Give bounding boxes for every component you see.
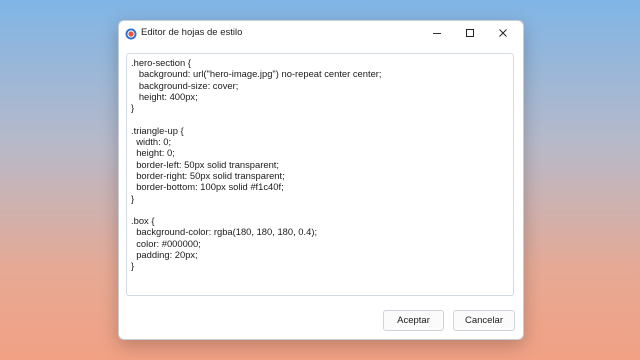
maximize-icon	[466, 29, 474, 37]
maximize-button[interactable]	[456, 21, 484, 45]
stylesheet-editor-dialog: Editor de hojas de estilo .hero-section …	[118, 20, 524, 340]
code-line: .box {	[131, 215, 155, 227]
code-line: padding: 20px;	[131, 249, 198, 261]
code-line: .hero-section {	[131, 57, 191, 68]
code-line: border-left: 50px solid transparent;	[131, 158, 279, 170]
title-bar[interactable]: Editor de hojas de estilo	[119, 21, 523, 47]
code-line: background-color: rgba(180, 180, 180, 0.…	[131, 226, 318, 238]
minimize-icon	[433, 33, 441, 34]
app-icon	[125, 28, 137, 40]
code-line: height: 400px;	[131, 90, 198, 102]
code-line: color: #000000;	[131, 237, 201, 249]
code-line: }	[131, 192, 135, 204]
minimize-button[interactable]	[423, 21, 451, 45]
code-line: border-right: 50px solid transparent;	[131, 169, 285, 181]
dialog-title: Editor de hojas de estilo	[141, 27, 243, 38]
cancel-button[interactable]: Cancelar	[453, 310, 515, 331]
code-line: background: url("hero-image.jpg") no-rep…	[131, 68, 382, 80]
close-button[interactable]	[489, 21, 517, 45]
code-line: width: 0;	[131, 136, 172, 148]
accept-button[interactable]: Aceptar	[383, 310, 444, 331]
code-line: .triangle-up {	[131, 124, 184, 136]
code-line: background-size: cover;	[131, 79, 239, 91]
css-editor-textarea[interactable]: .hero-section { background: url("hero-im…	[126, 53, 514, 296]
code-line: }	[131, 102, 135, 114]
code-line: }	[131, 260, 135, 272]
code-line: border-bottom: 100px solid #f1c40f;	[131, 181, 284, 193]
code-line: height: 0;	[131, 147, 175, 159]
close-icon	[499, 29, 507, 37]
